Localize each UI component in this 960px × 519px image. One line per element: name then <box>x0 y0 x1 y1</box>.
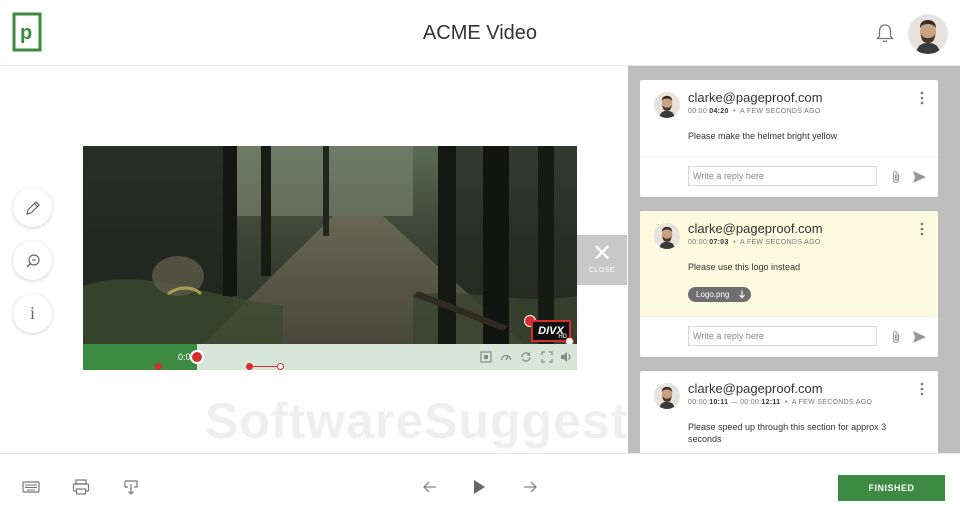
loop-icon[interactable] <box>520 351 532 363</box>
attach-icon[interactable] <box>890 170 902 184</box>
close-panel-button[interactable]: ✕ CLOSE <box>577 235 627 285</box>
close-label: CLOSE <box>588 267 616 274</box>
footer-toolbar: FINISHED <box>0 453 960 519</box>
zoom-tool-button[interactable] <box>13 241 52 280</box>
comment-range-start[interactable] <box>246 363 253 370</box>
app: p ACME Video i DIVX HD 0:07 ✕ CLOSE Soft… <box>0 0 960 519</box>
attachment-name: Logo.png <box>696 290 730 299</box>
comment-text: Please make the helmet bright yellow <box>688 131 838 141</box>
draw-tool-button[interactable] <box>13 188 52 227</box>
avatar-image <box>654 383 680 409</box>
header: p ACME Video <box>0 0 960 66</box>
zoom-icon <box>26 253 40 267</box>
comment-text: Please speed up through this section for… <box>688 422 887 444</box>
avatar-image <box>654 223 680 249</box>
bell-icon[interactable] <box>874 22 896 44</box>
comment-card-selected[interactable]: clarke@pageproof.com 00:00:07:03 • A FEW… <box>640 211 938 357</box>
comments-panel[interactable]: clarke@pageproof.com 00:00:04:20 • A FEW… <box>628 66 960 453</box>
screenshot-icon[interactable] <box>480 351 492 363</box>
print-icon[interactable] <box>72 478 90 496</box>
comment-marker[interactable] <box>155 363 162 370</box>
info-button[interactable]: i <box>13 294 52 333</box>
comment-range-line <box>251 366 279 367</box>
download-icon[interactable] <box>122 478 140 496</box>
keyboard-icon[interactable] <box>22 478 40 496</box>
reply-row <box>640 156 938 197</box>
video-frame <box>83 146 577 344</box>
fullscreen-icon[interactable] <box>541 351 553 363</box>
more-options-icon[interactable] <box>920 91 924 105</box>
page-title: ACME Video <box>422 22 538 44</box>
send-icon[interactable] <box>912 170 927 184</box>
avatar <box>654 92 680 118</box>
previous-arrow-icon[interactable] <box>421 478 439 496</box>
video-player[interactable] <box>83 146 577 344</box>
comment-meta: 00:00:04:20 • A FEW SECONDS AGO <box>688 108 821 115</box>
user-avatar[interactable] <box>908 14 948 54</box>
speed-icon[interactable] <box>500 351 512 363</box>
avatar-image <box>654 92 680 118</box>
reply-input[interactable] <box>688 166 877 186</box>
next-arrow-icon[interactable] <box>521 478 539 496</box>
user-avatar-image <box>908 14 948 54</box>
comment-card[interactable]: clarke@pageproof.com 00:00:10:11 — 00:00… <box>640 371 938 453</box>
more-options-icon[interactable] <box>920 222 924 236</box>
comment-range-end[interactable] <box>277 363 284 370</box>
reply-row <box>640 316 938 357</box>
send-icon[interactable] <box>912 330 927 344</box>
more-options-icon[interactable] <box>920 382 924 396</box>
comment-author: clarke@pageproof.com <box>688 90 823 105</box>
comment-card[interactable]: clarke@pageproof.com 00:00:04:20 • A FEW… <box>640 80 938 197</box>
comment-text: Please use this logo instead <box>688 262 801 272</box>
comment-meta: 00:00:07:03 • A FEW SECONDS AGO <box>688 239 821 246</box>
attach-icon[interactable] <box>890 330 902 344</box>
pen-icon <box>25 200 40 215</box>
close-icon: ✕ <box>591 240 613 267</box>
comment-meta: 00:00:10:11 — 00:00:12:11 • A FEW SECOND… <box>688 399 873 406</box>
attachment-chip[interactable]: Logo.png <box>688 287 752 302</box>
download-icon <box>739 290 746 299</box>
avatar <box>654 223 680 249</box>
volume-icon[interactable] <box>560 351 572 363</box>
comment-author: clarke@pageproof.com <box>688 381 823 396</box>
info-icon: i <box>29 303 35 323</box>
avatar <box>654 383 680 409</box>
video-scrubber[interactable]: 0:07 <box>83 344 577 370</box>
comment-author: clarke@pageproof.com <box>688 221 823 236</box>
scrubber-handle[interactable] <box>189 350 204 364</box>
play-icon[interactable] <box>470 478 488 496</box>
finished-button[interactable]: FINISHED <box>838 475 945 501</box>
reply-input[interactable] <box>688 326 877 346</box>
